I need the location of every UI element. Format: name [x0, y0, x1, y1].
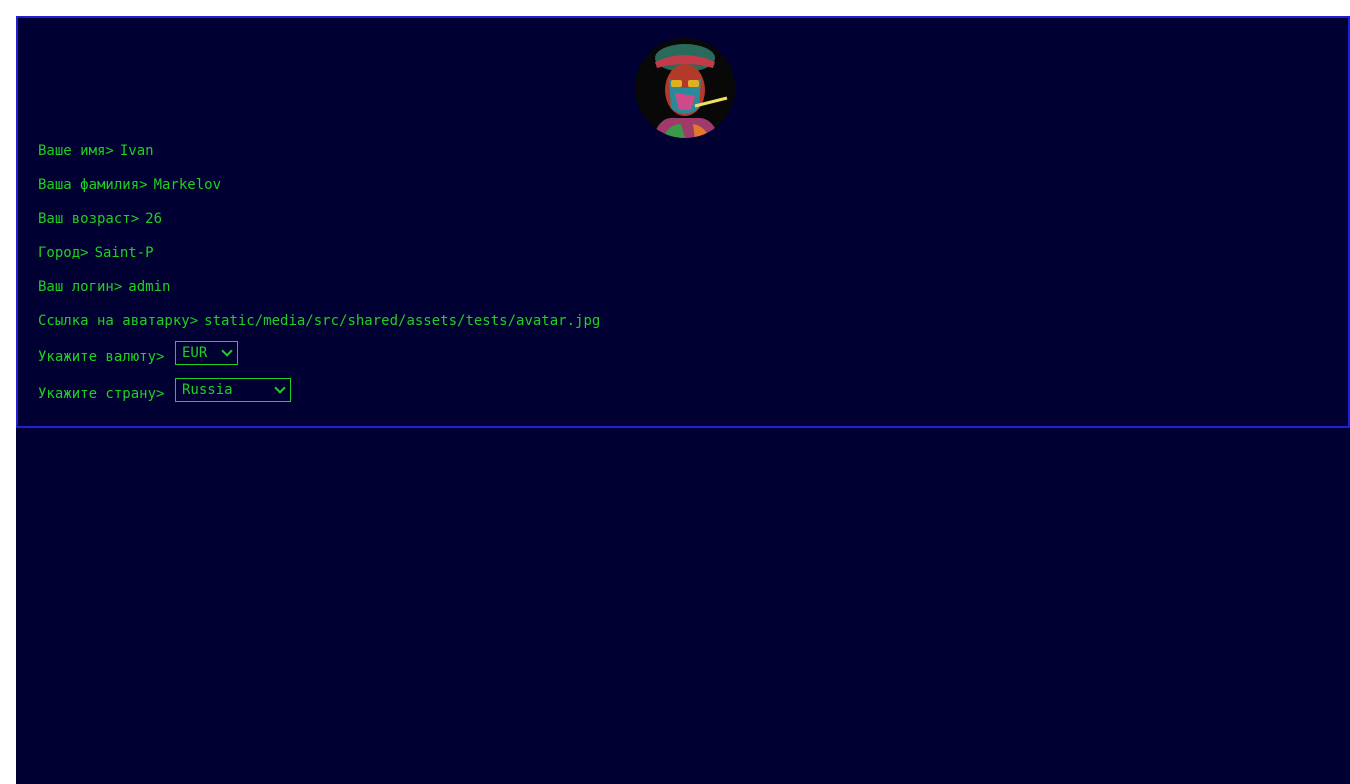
country-select[interactable]: Russia [175, 378, 291, 402]
country-selected-value: Russia [182, 382, 233, 398]
avatar-link-row: Ссылка на аватарку> static/media/src/shar… [38, 312, 600, 330]
page-background: Ваше имя> Ivan Ваша фамилия> Markelov Ваш … [16, 16, 1350, 784]
login-label: Ваш логин> [38, 279, 123, 295]
age-row: Ваш возраст> 26 [38, 210, 162, 228]
currency-selected-value: EUR [182, 345, 208, 361]
first-name-value: Ivan [119, 143, 154, 159]
login-value: admin [128, 279, 171, 295]
city-label: Город> [38, 245, 89, 261]
age-label: Ваш возраст> [38, 211, 140, 227]
login-row: Ваш логин> admin [38, 278, 170, 296]
chevron-down-icon [274, 382, 286, 394]
avatar-link-value: static/media/src/shared/assets/tests/ava… [204, 313, 601, 329]
chevron-down-icon [221, 345, 233, 357]
city-row: Город> Saint-P [38, 244, 154, 262]
last-name-value: Markelov [153, 177, 222, 193]
currency-row: Укажите валюту> EUR [38, 341, 238, 366]
first-name-label: Ваше имя> [38, 143, 114, 159]
currency-label: Укажите валюту> [38, 349, 165, 365]
city-value: Saint-P [94, 245, 154, 261]
last-name-row: Ваша фамилия> Markelov [38, 176, 221, 194]
country-row: Укажите страну> Russia [38, 378, 291, 403]
profile-card: Ваше имя> Ivan Ваша фамилия> Markelov Ваш … [16, 16, 1350, 428]
avatar [635, 38, 735, 138]
avatar-portrait-icon [635, 38, 735, 138]
currency-select[interactable]: EUR [175, 341, 238, 365]
first-name-row: Ваше имя> Ivan [38, 142, 154, 160]
country-label: Укажите страну> [38, 386, 165, 402]
avatar-link-label: Ссылка на аватарку> [38, 313, 199, 329]
age-value: 26 [145, 211, 163, 227]
last-name-label: Ваша фамилия> [38, 177, 148, 193]
